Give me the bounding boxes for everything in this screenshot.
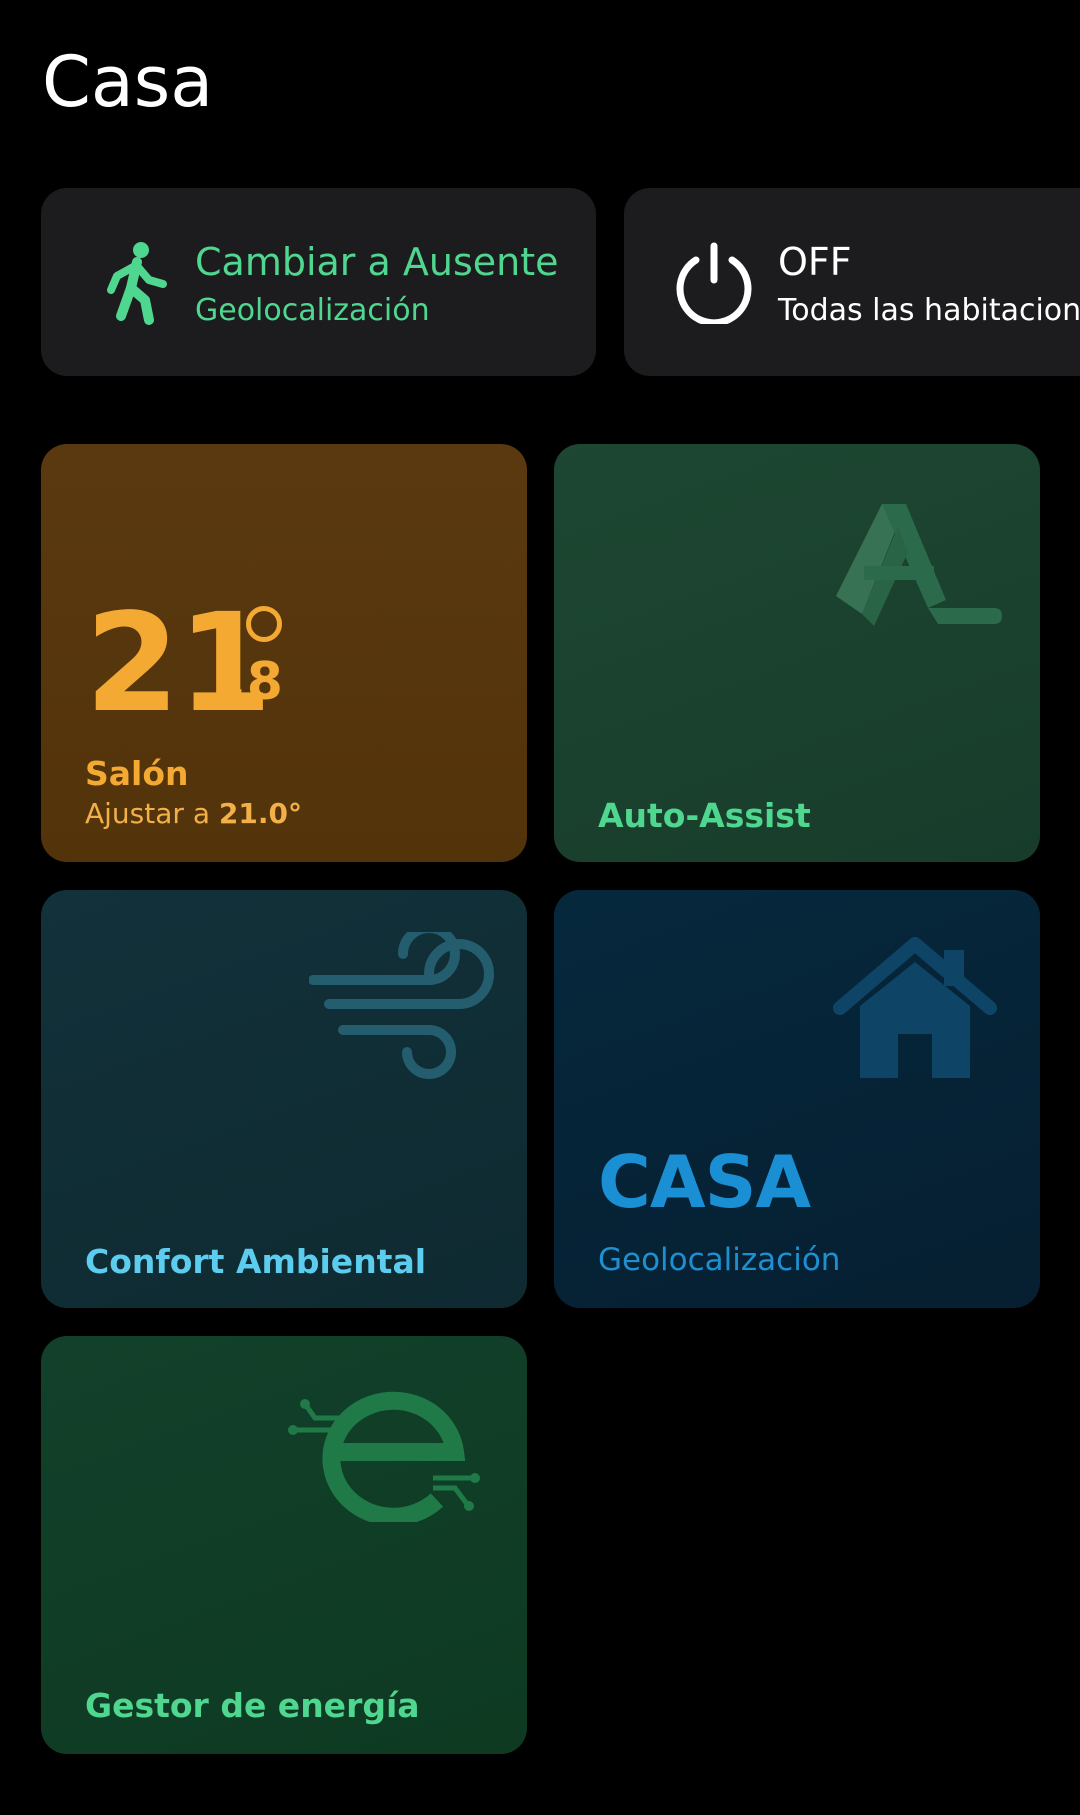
power-icon bbox=[676, 242, 752, 324]
all-off-subtitle: Todas las habitaciones bbox=[778, 293, 1080, 328]
comfort-label: Confort Ambiental bbox=[85, 1242, 427, 1281]
away-mode-subtitle: Geolocalización bbox=[195, 293, 430, 328]
wind-icon bbox=[309, 932, 494, 1079]
quick-actions-row[interactable]: Cambiar a Ausente Geolocalización OFF To… bbox=[0, 188, 1080, 376]
energy-e-icon bbox=[288, 1391, 480, 1522]
room-tile-salon[interactable]: 21 .8 Salón Ajustar a 21.0° bbox=[41, 444, 527, 862]
geolocation-label: Geolocalización bbox=[598, 1242, 841, 1278]
all-off-title: OFF bbox=[778, 240, 852, 284]
setpoint-prefix: Ajustar a bbox=[85, 797, 219, 830]
away-mode-title: Cambiar a Ausente bbox=[195, 240, 559, 284]
auto-assist-label: Auto-Assist bbox=[598, 796, 811, 835]
comfort-tile[interactable]: Confort Ambiental bbox=[41, 890, 527, 1308]
energy-manager-label: Gestor de energía bbox=[85, 1686, 420, 1725]
house-icon bbox=[833, 937, 997, 1078]
all-off-chip[interactable]: OFF Todas las habitaciones bbox=[624, 188, 1080, 376]
away-mode-chip[interactable]: Cambiar a Ausente Geolocalización bbox=[41, 188, 596, 376]
setpoint-value: 21.0° bbox=[218, 797, 302, 830]
room-name: Salón bbox=[85, 754, 189, 793]
room-temperature-decimal: .8 bbox=[227, 652, 283, 712]
walking-person-icon bbox=[107, 242, 167, 325]
auto-assist-logo-icon bbox=[836, 504, 1002, 626]
energy-manager-tile[interactable]: Gestor de energía bbox=[41, 1336, 527, 1754]
degree-symbol-icon bbox=[246, 606, 282, 642]
page-title: Casa bbox=[42, 41, 214, 123]
geolocation-tile[interactable]: CASA Geolocalización bbox=[554, 890, 1040, 1308]
room-setpoint: Ajustar a 21.0° bbox=[85, 796, 302, 832]
geolocation-status: CASA bbox=[598, 1140, 811, 1224]
auto-assist-tile[interactable]: Auto-Assist bbox=[554, 444, 1040, 862]
